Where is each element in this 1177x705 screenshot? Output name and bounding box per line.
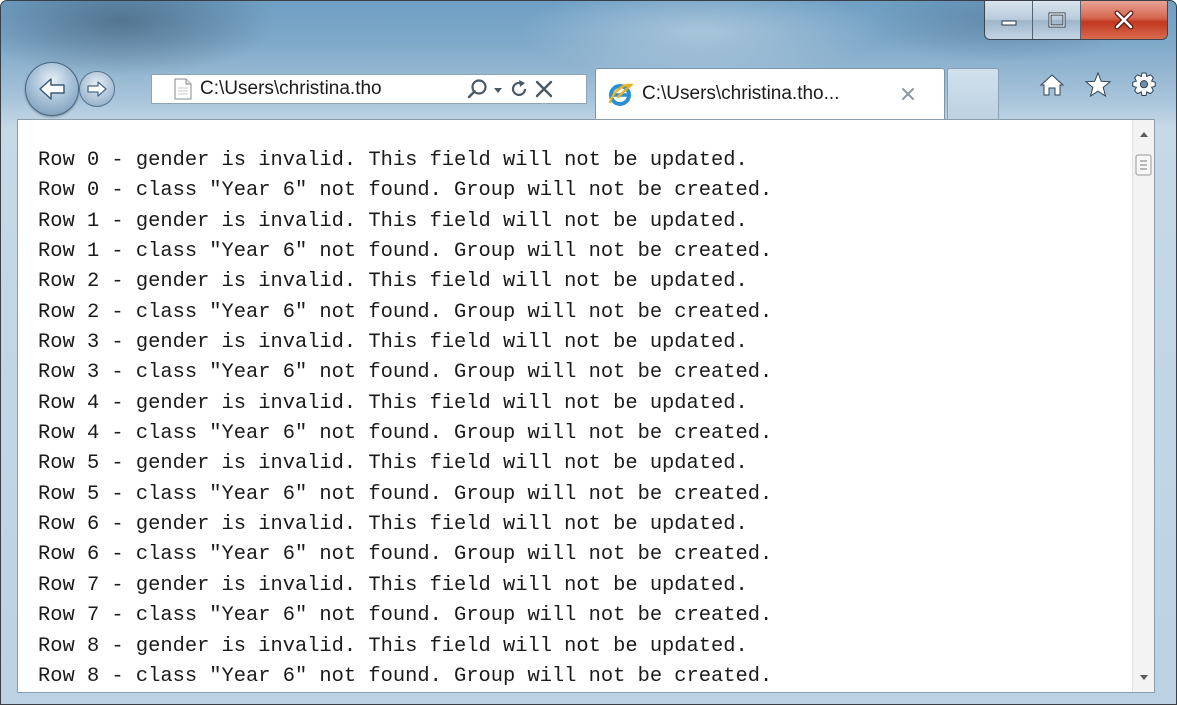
forward-arrow-icon [87, 81, 107, 97]
refresh-icon[interactable] [508, 78, 530, 100]
tab-title: C:\Users\christina.tho... [642, 83, 840, 104]
scroll-down-arrow-icon[interactable] [1133, 668, 1154, 688]
log-line: Row 0 - gender is invalid. This field wi… [38, 149, 748, 172]
scroll-thumb[interactable] [1135, 152, 1152, 178]
log-line: Row 6 - gender is invalid. This field wi… [38, 513, 748, 537]
browser-window: C:\Users\christina.tho C:\Users\christin… [0, 0, 1177, 705]
close-icon [1114, 10, 1134, 30]
back-button[interactable] [25, 62, 79, 116]
maximize-icon [1048, 12, 1065, 28]
search-icon[interactable] [466, 78, 488, 100]
log-line: Row 2 - gender is invalid. This field wi… [38, 270, 748, 294]
log-line: Row 0 - class "Year 6" not found. Group … [38, 179, 773, 203]
log-line: Row 8 - gender is invalid. This field wi… [38, 634, 748, 658]
navigation-toolbar: C:\Users\christina.tho C:\Users\christin… [1, 57, 1176, 119]
minimize-button[interactable] [985, 1, 1033, 39]
tab-active[interactable]: C:\Users\christina.tho... [595, 68, 945, 119]
log-line: Row 1 - class "Year 6" not found. Group … [38, 240, 773, 264]
scroll-up-arrow-icon[interactable] [1133, 124, 1154, 144]
close-tab-icon[interactable] [898, 84, 918, 104]
caption-buttons [984, 1, 1168, 40]
gear-icon[interactable] [1130, 71, 1158, 99]
ie-icon [606, 80, 634, 108]
command-icons [1038, 71, 1158, 99]
vertical-scrollbar[interactable] [1132, 120, 1154, 692]
forward-button[interactable] [79, 71, 115, 107]
log-output: Row 0 - gender is invalid. This field wi… [38, 146, 772, 692]
log-line: Row 4 - class "Year 6" not found. Group … [38, 422, 773, 446]
address-bar[interactable]: C:\Users\christina.tho [151, 74, 587, 104]
stop-icon[interactable] [533, 78, 555, 100]
address-bar-icons [466, 78, 555, 100]
page-content[interactable]: Row 0 - gender is invalid. This field wi… [17, 119, 1155, 693]
log-line: Row 5 - gender is invalid. This field wi… [38, 452, 748, 476]
log-line: Row 7 - gender is invalid. This field wi… [38, 573, 748, 597]
home-icon[interactable] [1038, 71, 1066, 99]
log-line: Row 4 - gender is invalid. This field wi… [38, 391, 748, 415]
log-line: Row 3 - gender is invalid. This field wi… [38, 331, 748, 355]
log-line: Row 8 - class "Year 6" not found. Group … [38, 664, 773, 688]
dropdown-icon[interactable] [491, 78, 505, 100]
log-line: Row 3 - class "Year 6" not found. Group … [38, 361, 773, 385]
page-icon [174, 78, 192, 100]
back-arrow-icon [39, 78, 65, 100]
log-line: Row 6 - class "Year 6" not found. Group … [38, 543, 773, 567]
new-tab-button[interactable] [947, 68, 999, 119]
log-line: Row 1 - gender is invalid. This field wi… [38, 209, 748, 233]
maximize-button[interactable] [1033, 1, 1081, 39]
address-text[interactable]: C:\Users\christina.tho [200, 78, 462, 100]
log-line: Row 2 - class "Year 6" not found. Group … [38, 300, 773, 324]
favorites-star-icon[interactable] [1084, 71, 1112, 99]
close-button[interactable] [1081, 1, 1167, 39]
log-line: Row 7 - class "Year 6" not found. Group … [38, 604, 773, 628]
minimize-icon [1001, 20, 1016, 26]
log-line: Row 5 - class "Year 6" not found. Group … [38, 482, 773, 506]
